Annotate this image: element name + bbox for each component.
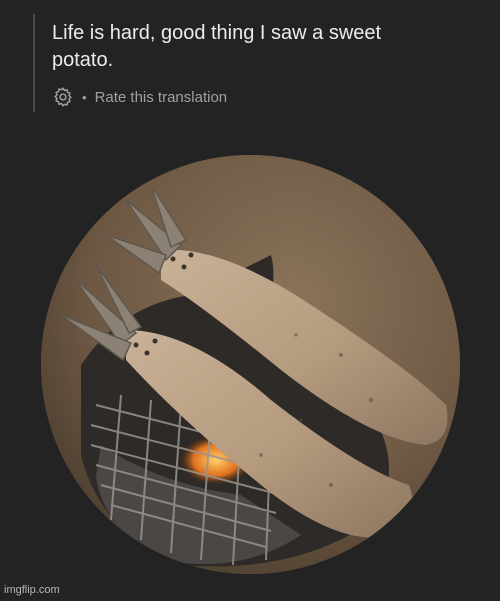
- post-photo[interactable]: [41, 155, 460, 574]
- gear-icon[interactable]: [52, 86, 74, 108]
- imgflip-watermark: imgflip.com: [4, 584, 60, 596]
- translation-block: Life is hard, good thing I saw a sweet p…: [33, 14, 473, 112]
- rate-translation-row[interactable]: • Rate this translation: [52, 86, 227, 108]
- separator-dot: •: [82, 89, 87, 105]
- photo-illustration: [41, 155, 460, 574]
- rate-translation-link[interactable]: Rate this translation: [95, 89, 228, 106]
- translated-text: Life is hard, good thing I saw a sweet p…: [52, 22, 382, 71]
